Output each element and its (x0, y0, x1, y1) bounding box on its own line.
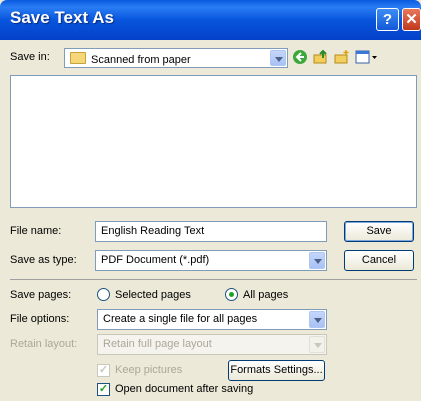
save-as-type-value: PDF Document (*.pdf) (101, 254, 210, 266)
back-icon[interactable] (290, 49, 310, 69)
save-in-value: Scanned from paper (91, 54, 191, 66)
formats-settings-button[interactable]: Formats Settings... (228, 360, 325, 381)
help-button[interactable]: ? (376, 8, 399, 31)
retain-layout-combo: Retain full page layout (97, 334, 327, 355)
save-in-label: Save in: (10, 51, 50, 63)
keep-pictures-checkbox: ✓ (97, 364, 110, 377)
file-options-value: Create a single file for all pages (103, 313, 258, 325)
chevron-down-icon[interactable] (270, 50, 286, 66)
views-menu-icon[interactable] (354, 49, 380, 69)
save-pages-label: Save pages: (10, 289, 72, 301)
window-title: Save Text As (10, 8, 114, 27)
retain-layout-label: Retain layout: (10, 338, 78, 350)
open-after-saving-label[interactable]: Open document after saving (115, 383, 253, 395)
retain-layout-value: Retain full page layout (103, 338, 212, 350)
chevron-down-icon[interactable] (309, 252, 325, 269)
selected-pages-radio[interactable] (97, 288, 110, 301)
all-pages-label[interactable]: All pages (243, 289, 288, 301)
save-button[interactable]: Save (344, 221, 414, 242)
selected-pages-label[interactable]: Selected pages (115, 289, 191, 301)
title-bar: Save Text As ? ✕ (0, 0, 421, 40)
chevron-down-icon[interactable] (309, 311, 325, 328)
divider (10, 279, 417, 280)
file-name-label: File name: (10, 225, 62, 237)
up-folder-icon[interactable] (311, 49, 331, 69)
file-name-input[interactable]: English Reading Text (95, 221, 327, 242)
cancel-button[interactable]: Cancel (344, 250, 414, 271)
file-options-label: File options: (10, 313, 70, 325)
chevron-down-icon (309, 336, 325, 353)
save-as-type-label: Save as type: (10, 254, 77, 266)
save-in-combo[interactable]: Scanned from paper (64, 48, 288, 68)
all-pages-radio[interactable] (225, 288, 238, 301)
close-button[interactable]: ✕ (402, 8, 421, 31)
new-folder-icon[interactable] (332, 49, 352, 69)
file-list[interactable] (10, 75, 417, 208)
file-options-combo[interactable]: Create a single file for all pages (97, 309, 327, 330)
file-name-value: English Reading Text (101, 225, 205, 237)
keep-pictures-label: Keep pictures (115, 364, 183, 376)
open-after-saving-checkbox[interactable]: ✓ (97, 383, 110, 396)
save-as-type-combo[interactable]: PDF Document (*.pdf) (95, 250, 327, 271)
folder-icon (70, 52, 86, 64)
